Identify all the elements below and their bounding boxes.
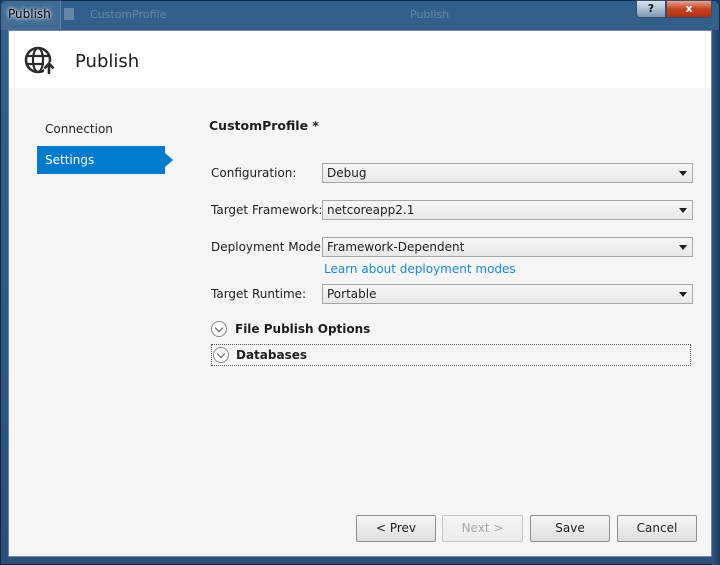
window-title: Publish: [8, 7, 51, 21]
ghost-tab-label: CustomProfile: [90, 8, 167, 21]
configuration-value: Debug: [327, 166, 367, 180]
ghost-document-icon: [64, 8, 74, 20]
deployment-modes-link[interactable]: Learn about deployment modes: [324, 262, 516, 276]
target-runtime-label: Target Runtime:: [211, 287, 307, 301]
chevron-down-icon: [679, 245, 687, 250]
sidebar-item-connection[interactable]: Connection: [37, 115, 169, 143]
target-runtime-dropdown[interactable]: Portable: [322, 284, 693, 304]
expand-chevron-icon: [211, 321, 227, 337]
next-button[interactable]: Next >: [442, 515, 523, 542]
target-framework-dropdown[interactable]: netcoreapp2.1: [322, 200, 693, 220]
ghost-tab-label-2: Publish: [410, 8, 450, 21]
dialog-header: Publish: [9, 31, 711, 88]
chevron-down-icon: [679, 292, 687, 297]
deployment-mode-dropdown[interactable]: Framework-Dependent: [322, 237, 693, 257]
chevron-down-icon: [679, 171, 687, 176]
file-publish-options-label: File Publish Options: [235, 322, 371, 336]
save-button[interactable]: Save: [530, 515, 610, 542]
deployment-mode-label: Deployment Mode:: [211, 240, 325, 254]
cancel-button[interactable]: Cancel: [617, 515, 697, 542]
close-button[interactable]: x: [666, 0, 712, 18]
databases-expander[interactable]: Databases: [211, 344, 691, 366]
globe-publish-icon: [24, 46, 55, 76]
configuration-label: Configuration:: [211, 166, 297, 180]
page-title: Publish: [75, 51, 140, 72]
chevron-down-icon: [679, 208, 687, 213]
target-framework-label: Target Framework:: [211, 203, 323, 217]
sidebar-nav: Connection Settings: [37, 115, 173, 177]
help-button[interactable]: ?: [636, 0, 666, 18]
expand-chevron-icon: [213, 347, 229, 363]
target-framework-value: netcoreapp2.1: [327, 203, 415, 217]
sidebar-item-settings[interactable]: Settings: [37, 146, 173, 174]
prev-button[interactable]: < Prev: [356, 515, 436, 542]
dialog-client-area: Publish Connection Settings CustomProfil…: [8, 30, 712, 557]
configuration-dropdown[interactable]: Debug: [322, 163, 693, 183]
file-publish-options-expander[interactable]: File Publish Options: [211, 319, 411, 341]
publish-window: Publish CustomProfile Publish ? x Publis…: [0, 0, 720, 565]
databases-label: Databases: [236, 348, 308, 362]
profile-name: CustomProfile *: [209, 118, 319, 133]
window-border: [712, 30, 720, 565]
target-runtime-value: Portable: [327, 287, 377, 301]
title-bar[interactable]: Publish CustomProfile Publish ? x: [0, 0, 720, 30]
deployment-mode-value: Framework-Dependent: [327, 240, 465, 254]
